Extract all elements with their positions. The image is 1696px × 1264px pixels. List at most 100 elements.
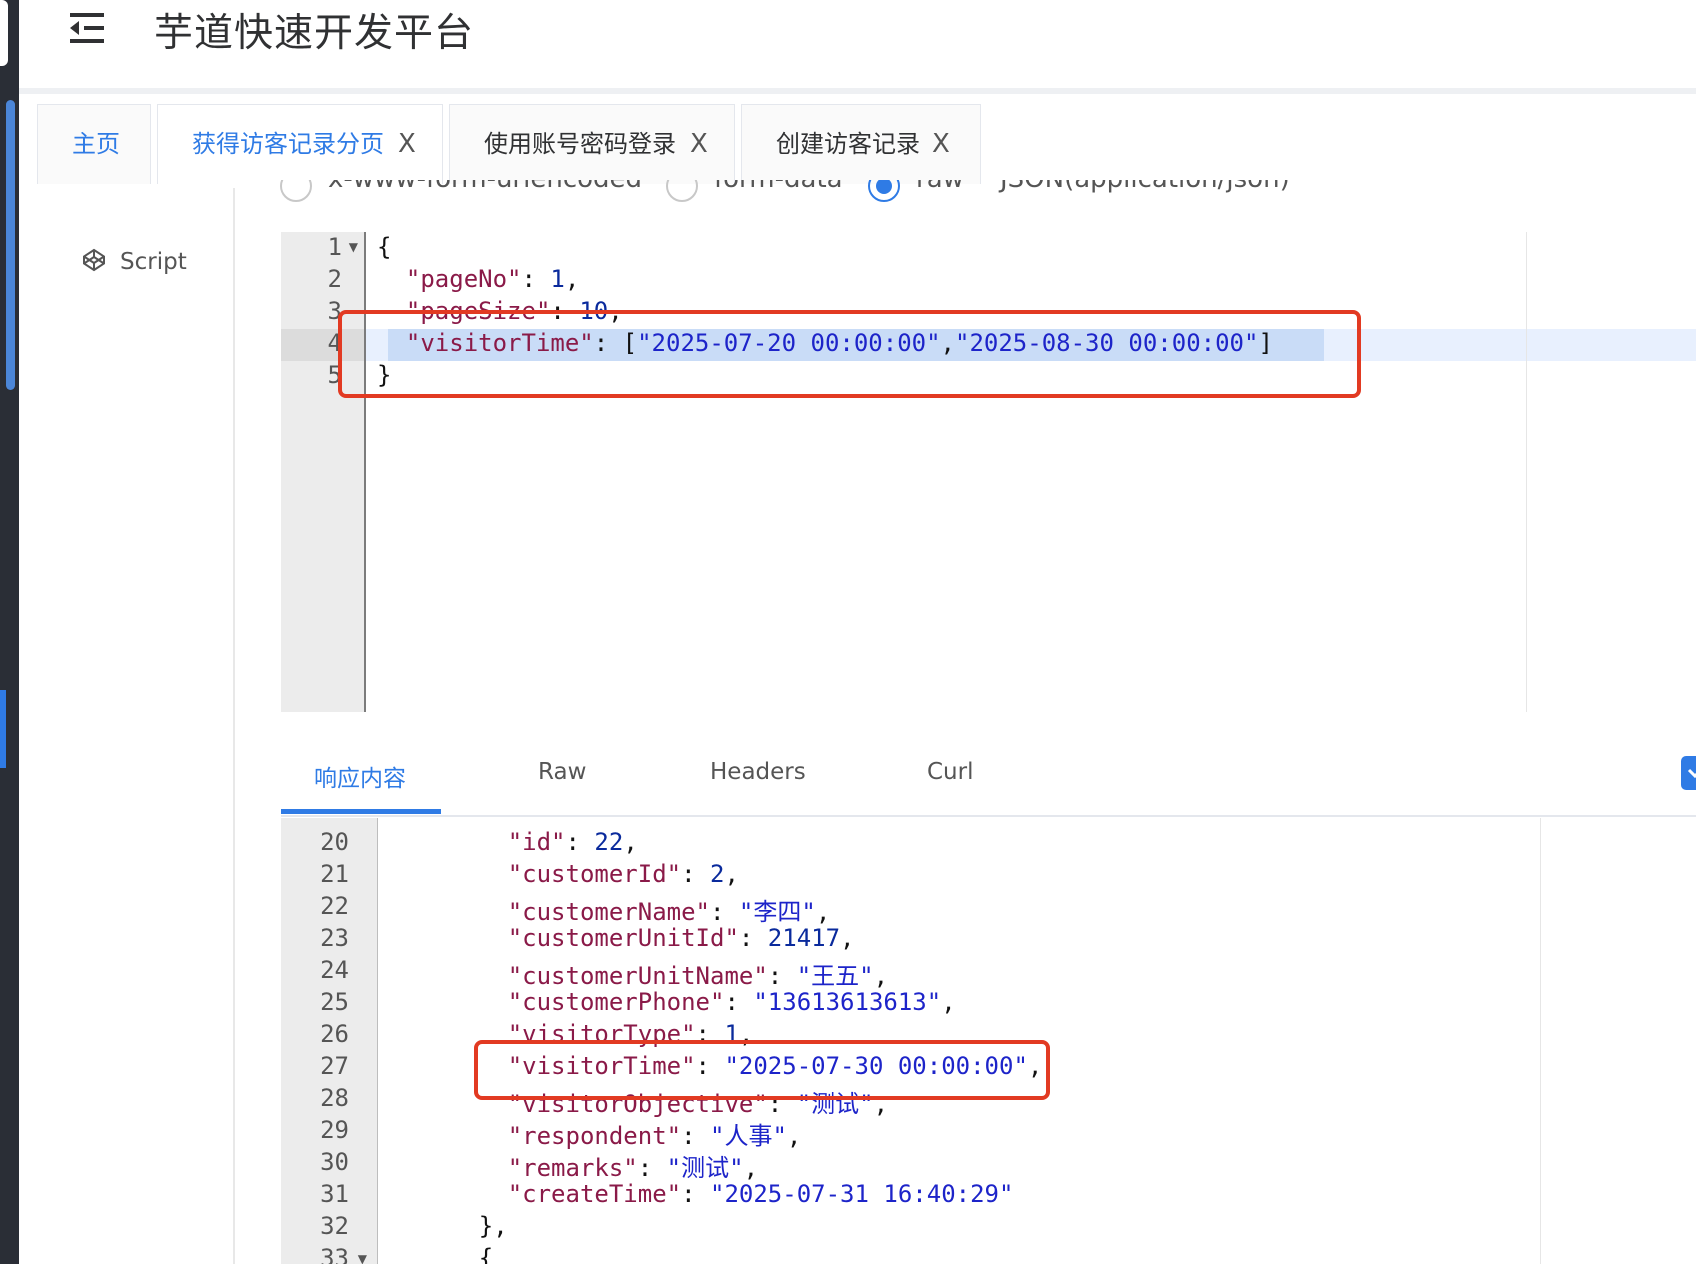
tab-visitor-page[interactable]: 获得访客记录分页 X bbox=[157, 104, 443, 184]
script-label: Script bbox=[120, 249, 187, 275]
line-number: 27 bbox=[320, 1052, 349, 1080]
code-token: 2 bbox=[710, 860, 725, 888]
tab-headers[interactable]: Headers bbox=[710, 759, 806, 785]
tab-home[interactable]: 主页 bbox=[37, 104, 151, 184]
code-token: "王五" bbox=[796, 962, 874, 990]
nav-active-marker bbox=[0, 690, 6, 768]
code-line: }, bbox=[421, 1212, 508, 1240]
line-number: 24 bbox=[320, 956, 349, 984]
request-body-editor[interactable]: 1 ▼ 2 3 4 5 { "pageNo": 1, "pageSize": 1… bbox=[281, 232, 1696, 712]
code-token: "customerName" bbox=[507, 898, 710, 926]
code-token: : bbox=[521, 265, 551, 293]
code-token: : bbox=[681, 860, 710, 888]
code-line: "customerUnitId": 21417, bbox=[421, 924, 855, 952]
code-token: 21417 bbox=[767, 924, 841, 952]
line-number: 23 bbox=[320, 924, 349, 952]
tab-label: 创建访客记录 bbox=[776, 130, 920, 158]
fold-arrow-icon[interactable]: ▼ bbox=[358, 1252, 367, 1264]
tab-curl[interactable]: Curl bbox=[927, 759, 973, 785]
code-token: : bbox=[681, 1122, 710, 1150]
tab-active-ink bbox=[281, 809, 441, 814]
response-highlight-box bbox=[474, 1040, 1050, 1100]
code-token: : bbox=[710, 898, 739, 926]
code-token: "createTime" bbox=[507, 1180, 682, 1208]
line-number: 30 bbox=[320, 1148, 349, 1176]
code-line: "remarks": "测试", bbox=[421, 1148, 758, 1183]
code-token: 1 bbox=[550, 265, 565, 293]
code-token: , bbox=[724, 860, 739, 888]
code-token: "customerUnitName" bbox=[507, 962, 768, 990]
left-nav-strip bbox=[0, 0, 19, 1264]
code-token: "pageNo" bbox=[405, 265, 522, 293]
code-line: "respondent": "人事", bbox=[421, 1116, 802, 1151]
content-type-select[interactable]: JSON(application/json) bbox=[1000, 180, 1290, 194]
request-highlight-box bbox=[338, 310, 1361, 398]
script-menu-item[interactable]: Script bbox=[82, 248, 187, 275]
code-token: "customerUnitId" bbox=[507, 924, 739, 952]
code-token: : bbox=[681, 1180, 710, 1208]
code-token: "13613613613" bbox=[753, 988, 942, 1016]
code-line: "createTime": "2025-07-31 16:40:29" bbox=[421, 1180, 1014, 1208]
code-token: , bbox=[743, 1154, 759, 1182]
code-token: : bbox=[767, 962, 797, 990]
radio-raw[interactable] bbox=[868, 180, 900, 202]
collapse-toggle-button[interactable] bbox=[1681, 756, 1696, 790]
code-token: "customerPhone" bbox=[507, 988, 725, 1016]
chevron-down-icon bbox=[1687, 768, 1696, 779]
print-margin bbox=[1526, 232, 1527, 712]
tab-login[interactable]: 使用账号密码登录 X bbox=[449, 104, 735, 184]
app-title: 芋道快速开发平台 bbox=[154, 11, 475, 56]
tab-close-icon[interactable]: X bbox=[398, 105, 416, 183]
code-line: "id": 22, bbox=[421, 828, 638, 856]
code-token: "李四" bbox=[738, 898, 816, 926]
code-line: "customerName": "李四", bbox=[421, 892, 831, 927]
radio-label: x-www-form-urlencoded bbox=[328, 180, 642, 194]
code-token: , bbox=[815, 898, 831, 926]
code-token: : bbox=[637, 1154, 667, 1182]
code-token: 22 bbox=[594, 828, 624, 856]
code-token: { bbox=[478, 1244, 494, 1264]
line-number: 20 bbox=[320, 828, 349, 856]
nav-edge bbox=[0, 0, 8, 66]
code-line: { bbox=[377, 233, 391, 261]
line-number: 22 bbox=[320, 892, 349, 920]
code-token: , bbox=[786, 1122, 802, 1150]
response-gutter: 20 21 22 23 24 25 26 27 28 29 30 31 32 3… bbox=[281, 818, 378, 1264]
codepen-icon bbox=[83, 248, 105, 272]
nav-scrollbar[interactable] bbox=[6, 100, 15, 390]
request-side-panel bbox=[37, 188, 235, 1264]
print-margin bbox=[1540, 818, 1541, 1264]
code-token: : bbox=[738, 924, 768, 952]
tab-close-icon[interactable]: X bbox=[932, 105, 950, 183]
line-number: 26 bbox=[320, 1020, 349, 1048]
radio-label: form-data bbox=[714, 180, 843, 194]
line-number: 25 bbox=[320, 988, 349, 1016]
tab-label: 主页 bbox=[72, 130, 120, 158]
line-number: 2 bbox=[327, 265, 342, 293]
tab-close-icon[interactable]: X bbox=[690, 105, 708, 183]
radio-form-data[interactable] bbox=[666, 180, 698, 202]
line-number: 33 bbox=[320, 1244, 349, 1264]
code-token: { bbox=[377, 233, 392, 261]
tab-response-content[interactable]: 响应内容 bbox=[314, 759, 406, 793]
code-token: "id" bbox=[507, 828, 566, 856]
menu-fold-icon[interactable] bbox=[68, 10, 106, 46]
line-number: 29 bbox=[320, 1116, 349, 1144]
line-number: 28 bbox=[320, 1084, 349, 1112]
code-token: "remarks" bbox=[507, 1154, 638, 1182]
tab-label: 使用账号密码登录 bbox=[484, 130, 676, 158]
tab-create-visitor[interactable]: 创建访客记录 X bbox=[741, 104, 981, 184]
code-token: , bbox=[623, 828, 638, 856]
code-token: "2025-07-31 16:40:29" bbox=[710, 1180, 1014, 1208]
tab-raw[interactable]: Raw bbox=[538, 759, 586, 785]
code-token: "respondent" bbox=[507, 1122, 682, 1150]
code-line: { bbox=[421, 1244, 493, 1264]
fold-arrow-icon[interactable]: ▼ bbox=[349, 240, 358, 254]
radio-urlencoded[interactable] bbox=[280, 180, 312, 202]
